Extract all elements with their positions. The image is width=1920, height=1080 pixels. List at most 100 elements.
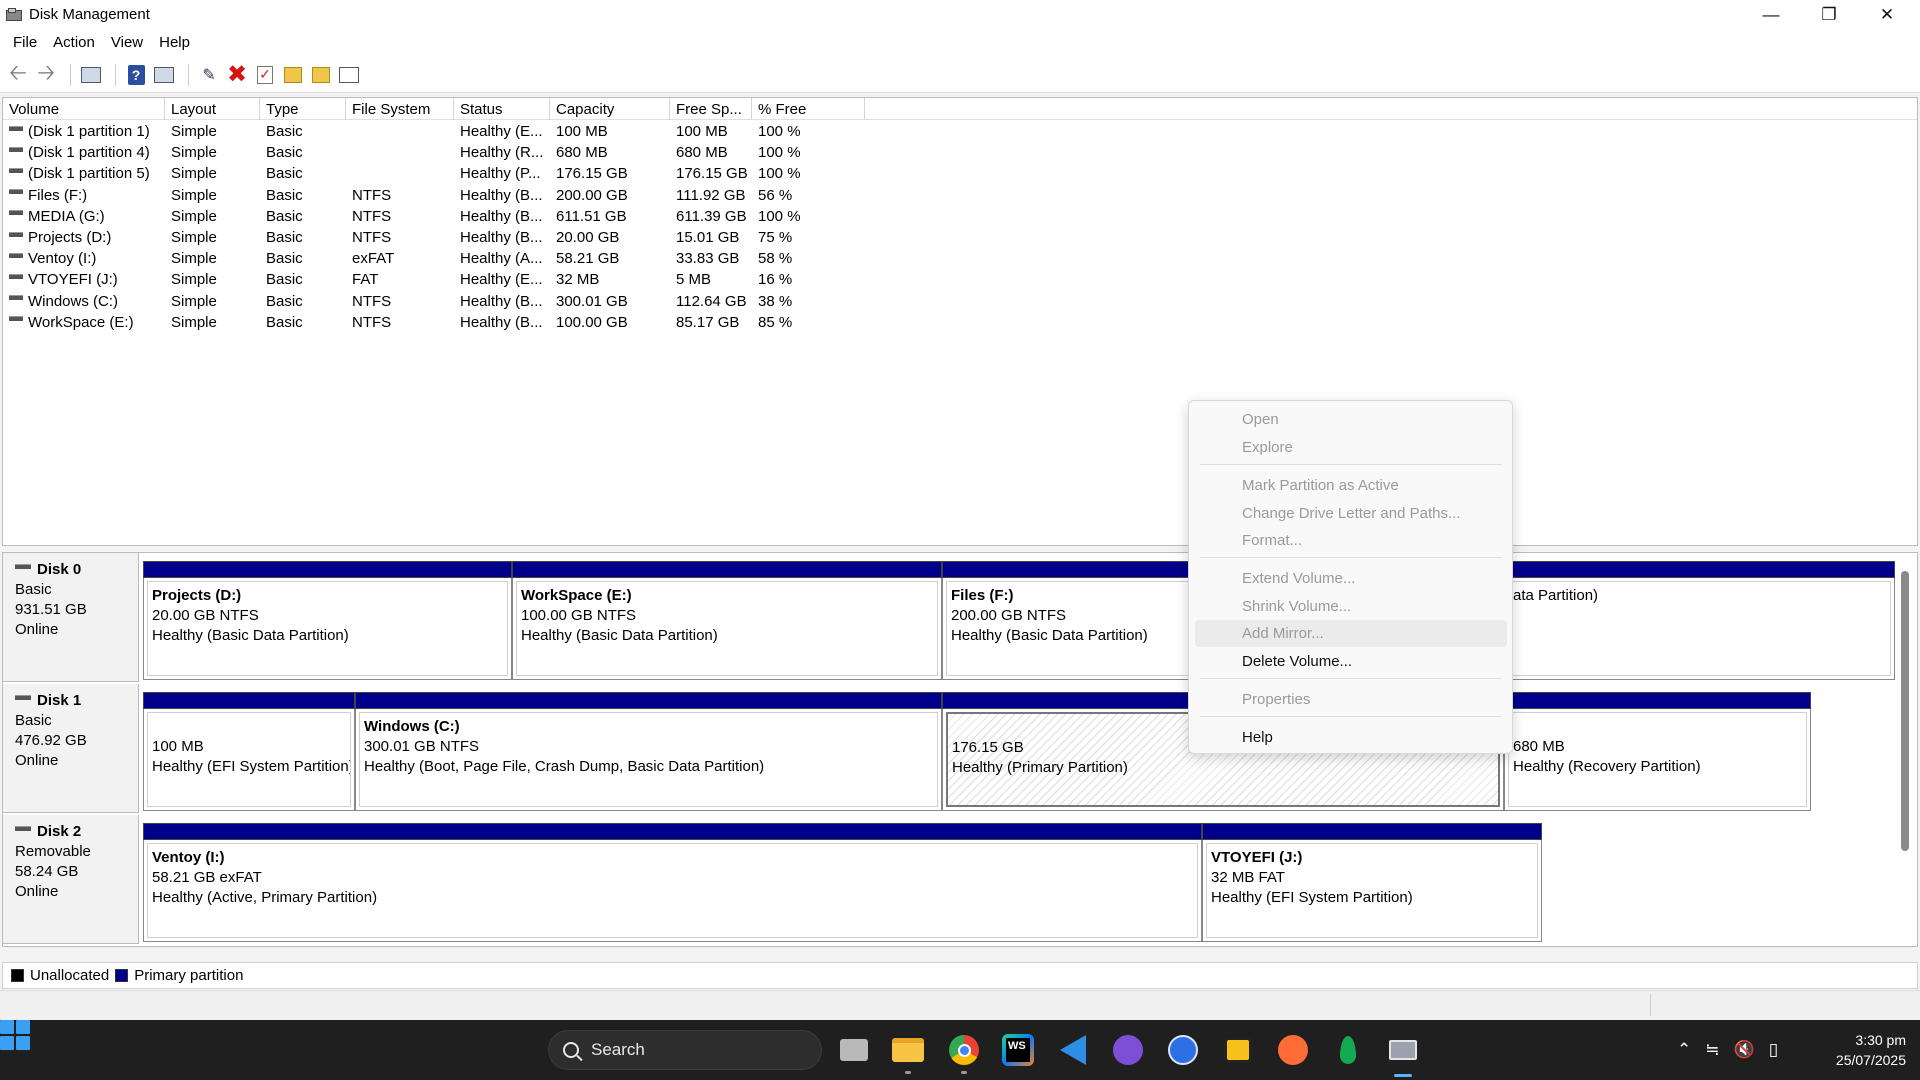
partition[interactable]: Ventoy (I:) 58.21 GB exFAT Healthy (Acti… <box>143 823 1202 942</box>
forward-button[interactable]: 🡢 <box>34 60 58 87</box>
clock[interactable]: 3:30 pm 25/07/2025 <box>1806 1030 1906 1070</box>
menu-file[interactable]: File <box>5 29 45 57</box>
volume-row[interactable]: WorkSpace (E:) Simple Basic NTFS Healthy (B.… <box>3 312 1917 333</box>
cell-type: Basic <box>266 313 303 331</box>
back-button[interactable]: 🡠 <box>6 60 30 87</box>
menu-separator <box>1200 557 1502 558</box>
menu-view[interactable]: View <box>103 29 151 57</box>
delete-button[interactable]: ✖ <box>225 61 249 88</box>
menu-item-change-drive-letter[interactable]: Change Drive Letter and Paths... <box>1195 500 1507 527</box>
chrome-icon[interactable] <box>948 1034 980 1066</box>
help-button[interactable]: ? <box>124 63 148 87</box>
partition[interactable]: 100 MB Healthy (EFI System Partition) <box>143 692 355 811</box>
column-header-type[interactable]: Type <box>260 98 346 120</box>
mongodb-icon[interactable] <box>1332 1034 1364 1066</box>
menu-help[interactable]: Help <box>151 29 198 57</box>
menu-item-properties[interactable]: Properties <box>1195 686 1507 713</box>
menu-item-explore[interactable]: Explore <box>1195 434 1507 461</box>
partition-bar <box>1504 561 1895 578</box>
volume-row[interactable]: Windows (C:) Simple Basic NTFS Healthy (B...… <box>3 291 1917 312</box>
battery-icon[interactable]: ▯ <box>1769 1040 1778 1060</box>
menu-item-help[interactable]: Help <box>1195 724 1507 751</box>
menu-item-shrink-volume[interactable]: Shrink Volume... <box>1195 593 1507 620</box>
menu-item-delete-volume[interactable]: Delete Volume... <box>1195 648 1507 675</box>
search-folder-button[interactable] <box>309 63 333 87</box>
wifi-icon[interactable]: ≒ <box>1705 1040 1719 1060</box>
column-header-file-system[interactable]: File System <box>346 98 454 120</box>
disk-info[interactable]: Disk 2 Removable 58.24 GB Online <box>3 815 139 944</box>
volume-row[interactable]: Files (F:) Simple Basic NTFS Healthy (B... 20… <box>3 185 1917 206</box>
postman-icon[interactable] <box>1277 1034 1309 1066</box>
cell-free-space: 680 MB <box>676 144 728 162</box>
disk-management-taskbar-icon[interactable] <box>1387 1034 1419 1066</box>
cell-layout: Simple <box>171 229 217 246</box>
github-desktop-icon[interactable] <box>1112 1034 1144 1066</box>
restore-button[interactable]: ❐ <box>1800 0 1858 29</box>
volume-name: Files (F:) <box>28 186 88 204</box>
menu-item-mark-active[interactable]: Mark Partition as Active <box>1195 472 1507 499</box>
column-header-free-space[interactable]: Free Sp... <box>670 98 752 120</box>
vertical-scrollbar[interactable] <box>1901 571 1909 851</box>
chevron-up-icon[interactable]: ⌃ <box>1677 1040 1691 1060</box>
column-header-status[interactable]: Status <box>454 98 550 120</box>
properties-button[interactable] <box>152 63 176 87</box>
partition-bar <box>143 561 512 578</box>
check-button[interactable]: ✓ <box>253 63 277 87</box>
partition-status: Healthy (Basic Data Partition) <box>521 627 718 644</box>
webstorm-icon[interactable]: WS <box>1002 1034 1034 1066</box>
cell-percent-free: 100 % <box>758 123 801 140</box>
task-view-icon[interactable] <box>838 1034 870 1066</box>
partition[interactable]: 680 MB Healthy (Recovery Partition) <box>1504 692 1811 811</box>
menu-action[interactable]: Action <box>45 29 103 57</box>
column-header-capacity[interactable]: Capacity <box>550 98 670 120</box>
volume-row[interactable]: Ventoy (I:) Simple Basic exFAT Healthy (A...… <box>3 248 1917 269</box>
partition[interactable]: VTOYEFI (J:) 32 MB FAT Healthy (EFI Syst… <box>1202 823 1542 942</box>
partition[interactable]: WorkSpace (E:) 100.00 GB NTFS Healthy (B… <box>512 561 942 680</box>
volume-muted-icon[interactable]: 🔇 <box>1734 1040 1755 1060</box>
properties-icon <box>154 66 174 83</box>
app-store-icon[interactable] <box>1167 1034 1199 1066</box>
windows-start-icon[interactable] <box>0 1020 30 1050</box>
list-view-button[interactable] <box>337 63 361 87</box>
console-tree-button[interactable] <box>79 63 103 87</box>
minimize-button[interactable]: — <box>1742 0 1800 29</box>
close-button[interactable]: ✕ <box>1858 0 1916 29</box>
volume-icon <box>9 189 23 195</box>
volume-row[interactable]: Projects (D:) Simple Basic NTFS Healthy (B..… <box>3 227 1917 248</box>
cell-type: Basic <box>266 229 303 246</box>
partition-status: Healthy (Recovery Partition) <box>1513 758 1701 775</box>
up-folder-button[interactable] <box>281 63 305 87</box>
vscode-icon[interactable] <box>1057 1034 1089 1066</box>
legend: Unallocated Primary partition <box>2 962 1918 989</box>
volume-row[interactable]: MEDIA (G:) Simple Basic NTFS Healthy (B... 61… <box>3 206 1917 227</box>
taskbar-search[interactable]: Search <box>548 1030 822 1070</box>
menu-item-add-mirror[interactable]: Add Mirror... <box>1195 620 1507 647</box>
menu-item-extend-volume[interactable]: Extend Volume... <box>1195 565 1507 592</box>
notes-icon[interactable] <box>1222 1034 1254 1066</box>
disk-info[interactable]: Disk 1 Basic 476.92 GB Online <box>3 684 139 813</box>
menu-item-open[interactable]: Open <box>1195 406 1507 433</box>
disk-row: Disk 2 Removable 58.24 GB Online Ventoy … <box>3 815 1903 946</box>
menu-item-format[interactable]: Format... <box>1195 527 1507 554</box>
partition[interactable]: Windows (C:) 300.01 GB NTFS Healthy (Boo… <box>355 692 942 811</box>
partition[interactable]: ata Partition) <box>1504 561 1895 680</box>
partition[interactable]: Projects (D:) 20.00 GB NTFS Healthy (Bas… <box>143 561 512 680</box>
cell-volume: Windows (C:) <box>9 291 165 312</box>
horizontal-scrollbar[interactable] <box>3 539 1917 545</box>
volume-row[interactable]: (Disk 1 partition 5) Simple Basic Healthy (… <box>3 163 1917 184</box>
connect-button[interactable]: ✎ <box>197 63 221 87</box>
cell-status: Healthy (B... <box>460 186 543 204</box>
file-explorer-icon[interactable] <box>892 1034 924 1066</box>
volume-row[interactable]: (Disk 1 partition 4) Simple Basic Healthy (… <box>3 142 1917 163</box>
column-header-volume[interactable]: Volume <box>3 98 165 120</box>
volume-row[interactable]: VTOYEFI (J:) Simple Basic FAT Healthy (E... 3… <box>3 269 1917 290</box>
cell-layout: Simple <box>171 271 217 289</box>
volume-row[interactable]: (Disk 1 partition 1) Simple Basic Healthy (… <box>3 121 1917 142</box>
cell-file-system: NTFS <box>352 229 392 246</box>
disk-info[interactable]: Disk 0 Basic 931.51 GB Online <box>3 553 139 682</box>
column-header-layout[interactable]: Layout <box>165 98 260 120</box>
disk-icon <box>15 694 31 700</box>
volume-name: Ventoy (I:) <box>28 250 97 268</box>
volume-name: MEDIA (G:) <box>28 207 105 225</box>
column-header-percent-free[interactable]: % Free <box>752 98 865 120</box>
